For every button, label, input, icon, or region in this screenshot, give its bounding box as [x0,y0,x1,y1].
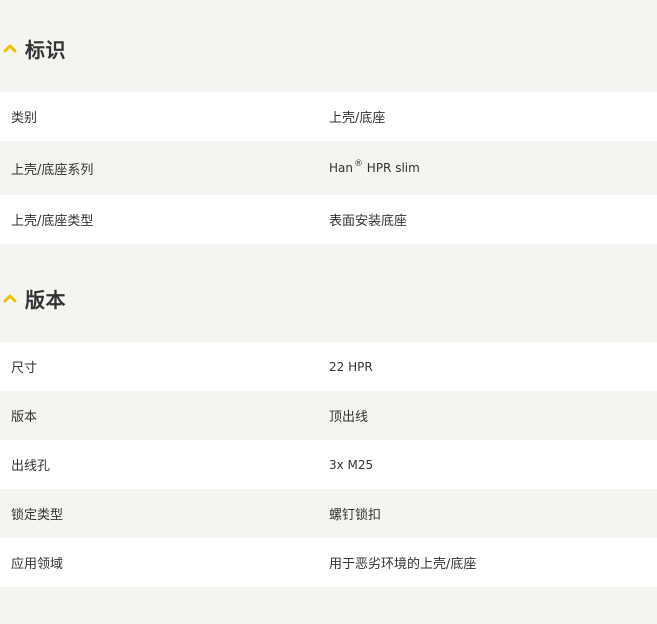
section-title: 标识 [25,37,66,62]
row-label: 上壳/底座类型 [11,214,94,229]
table-row: 出线孔 3x M25 [0,440,657,489]
row-value: 用于恶劣环境的上壳/底座 [329,557,477,572]
section-header-version[interactable]: 版本 [0,274,657,322]
row-value: Han® HPR slim [329,159,657,175]
section-title: 版本 [25,287,66,312]
spec-table: 尺寸 22 HPR 版本 顶出线 出线孔 3x M25 锁定类型 螺钉锁扣 应用… [0,342,657,587]
row-label: 版本 [11,410,38,425]
table-row: 应用领域 用于恶劣环境的上壳/底座 [0,538,657,587]
section-identification: 标识 类别 上壳/底座 上壳/底座系列 Han® HPR slim 上壳/底座类… [0,0,657,244]
row-value: 22 HPR [329,359,373,374]
row-value-main: Han [329,161,353,175]
table-row: 上壳/底座系列 Han® HPR slim [0,141,657,195]
table-row: 版本 顶出线 [0,391,657,440]
row-value: 3x M25 [329,457,374,472]
row-label: 出线孔 [11,459,51,474]
registered-mark: ® [353,159,363,169]
chevron-up-icon[interactable] [1,289,19,307]
chevron-up-icon[interactable] [1,39,19,57]
row-label: 锁定类型 [11,508,64,523]
table-row: 类别 上壳/底座 [0,92,657,141]
row-label: 类别 [11,111,38,126]
row-label: 上壳/底座系列 [11,162,94,178]
section-header-identification[interactable]: 标识 [0,24,657,72]
section-version: 版本 尺寸 22 HPR 版本 顶出线 出线孔 3x M25 锁定类型 螺钉锁扣… [0,244,657,587]
row-value: 顶出线 [329,410,369,425]
row-value: 表面安装底座 [329,214,408,229]
row-value: 螺钉锁扣 [329,508,382,523]
row-label: 应用领域 [11,557,64,572]
row-value-suffix: HPR slim [362,161,420,175]
row-label: 尺寸 [11,361,38,376]
table-row: 上壳/底座类型 表面安装底座 [0,195,657,244]
table-row: 锁定类型 螺钉锁扣 [0,489,657,538]
row-value: 上壳/底座 [329,111,386,126]
spec-table: 类别 上壳/底座 上壳/底座系列 Han® HPR slim 上壳/底座类型 表… [0,92,657,244]
table-row: 尺寸 22 HPR [0,342,657,391]
